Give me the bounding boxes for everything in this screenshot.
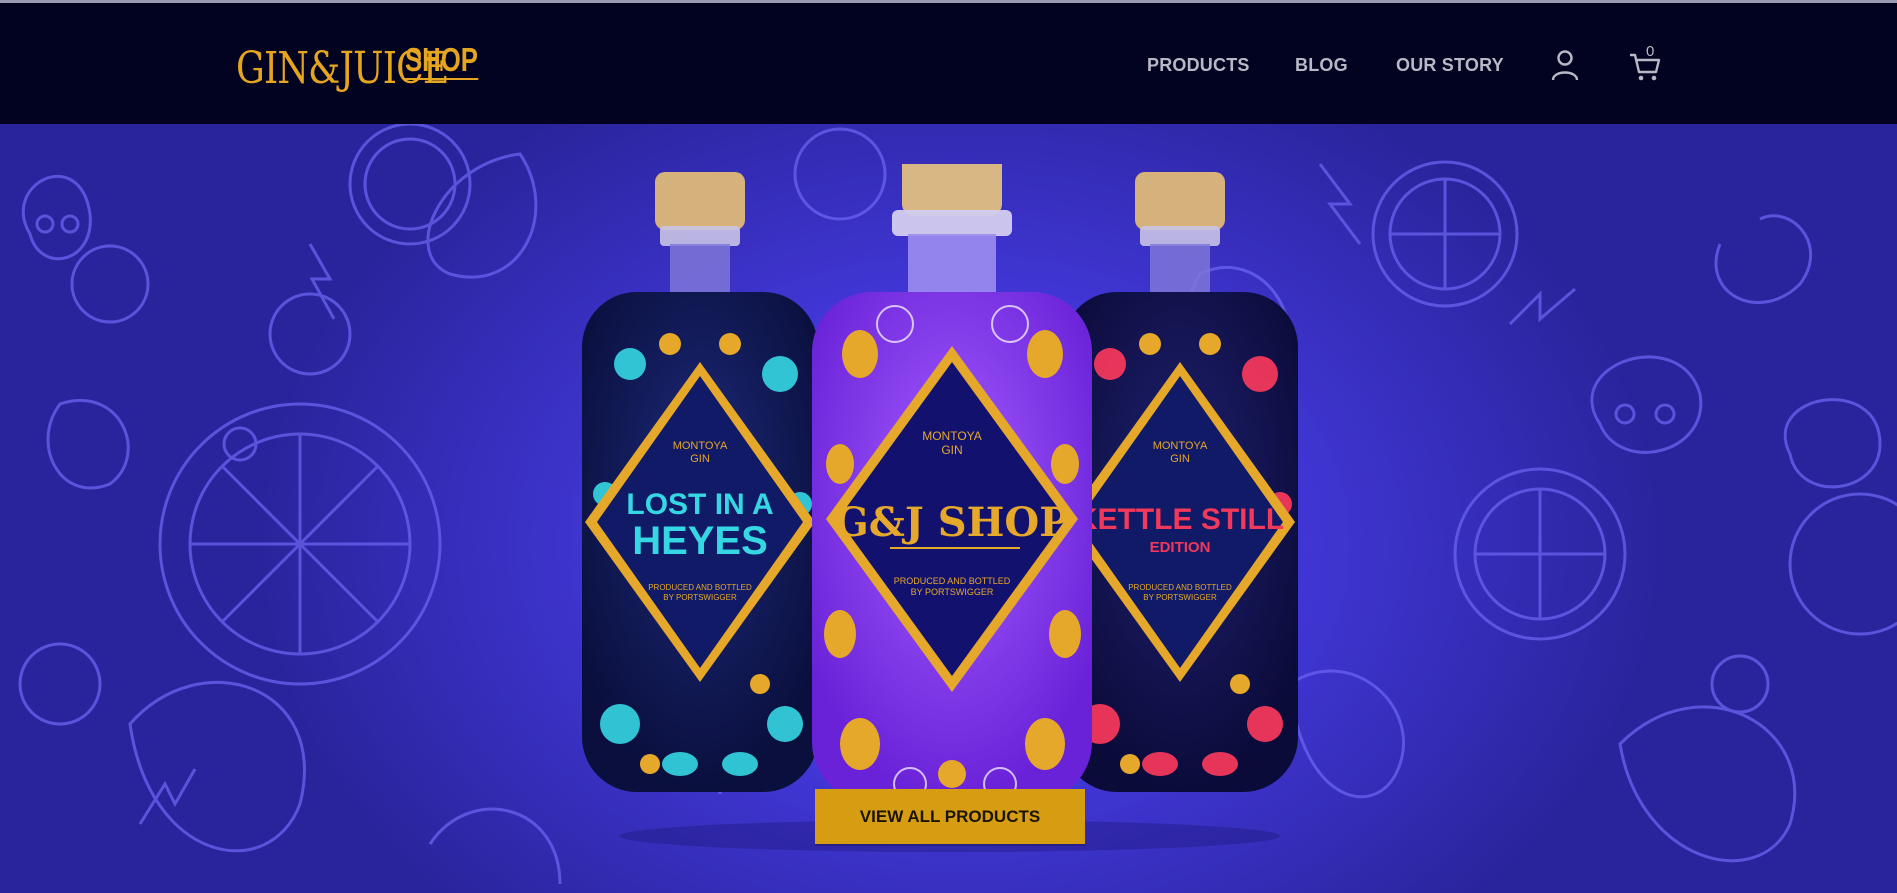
svg-text:BY PORTSWIGGER: BY PORTSWIGGER [663,593,737,602]
svg-text:HEYES: HEYES [632,519,768,563]
bottle-brand-label: MONTOYA [1153,440,1208,452]
bottle-name-label: LOST IN A [626,488,773,521]
nav-link-our-story[interactable]: OUR STORY [1396,55,1504,76]
svg-text:EDITION: EDITION [1150,539,1211,556]
bottle-kettle-still-edition: MONTOYA GIN KETTLE STILL EDITION PRODUCE… [1062,172,1298,792]
bottle-brand-label: MONTOYA [673,440,728,452]
view-all-products-button[interactable]: VIEW ALL PRODUCTS [815,789,1085,844]
svg-text:BY PORTSWIGGER: BY PORTSWIGGER [911,587,994,597]
bottle-brand-label: MONTOYA [922,429,982,443]
cart-button[interactable]: 0 [1628,43,1668,85]
featured-gin-bottles: MONTOYA GIN LOST IN A HEYES PRODUCED AND… [582,164,1298,852]
svg-text:GIN: GIN [941,443,962,457]
site-logo[interactable]: GIN&JUICE SHOP [236,37,495,91]
svg-text:BY PORTSWIGGER: BY PORTSWIGGER [1143,593,1217,602]
svg-text:GIN: GIN [1170,453,1190,465]
hero-banner: MONTOYA GIN LOST IN A HEYES PRODUCED AND… [0,124,1897,893]
site-header: GIN&JUICE SHOP PRODUCTS BLOG OUR STORY 0 [0,3,1897,124]
svg-text:PRODUCED AND BOTTLED: PRODUCED AND BOTTLED [648,583,752,592]
nav-link-products[interactable]: PRODUCTS [1147,55,1250,76]
bottle-gj-shop: MONTOYA GIN G&J SHOP PRODUCED AND BOTTLE… [812,164,1092,802]
user-icon[interactable] [1551,49,1579,81]
logo-shop-text: SHOP [405,41,478,80]
svg-text:PRODUCED AND BOTTLED: PRODUCED AND BOTTLED [1128,583,1232,592]
shopping-cart-icon [1630,53,1661,81]
bottle-name-label: G&J SHOP [835,499,1070,546]
bottle-lost-in-a-heyes: MONTOYA GIN LOST IN A HEYES PRODUCED AND… [582,172,818,792]
bottle-name-label: KETTLE STILL [1076,503,1284,536]
svg-text:GIN: GIN [690,453,710,465]
svg-text:PRODUCED AND BOTTLED: PRODUCED AND BOTTLED [894,576,1011,586]
nav-link-blog[interactable]: BLOG [1295,55,1348,76]
